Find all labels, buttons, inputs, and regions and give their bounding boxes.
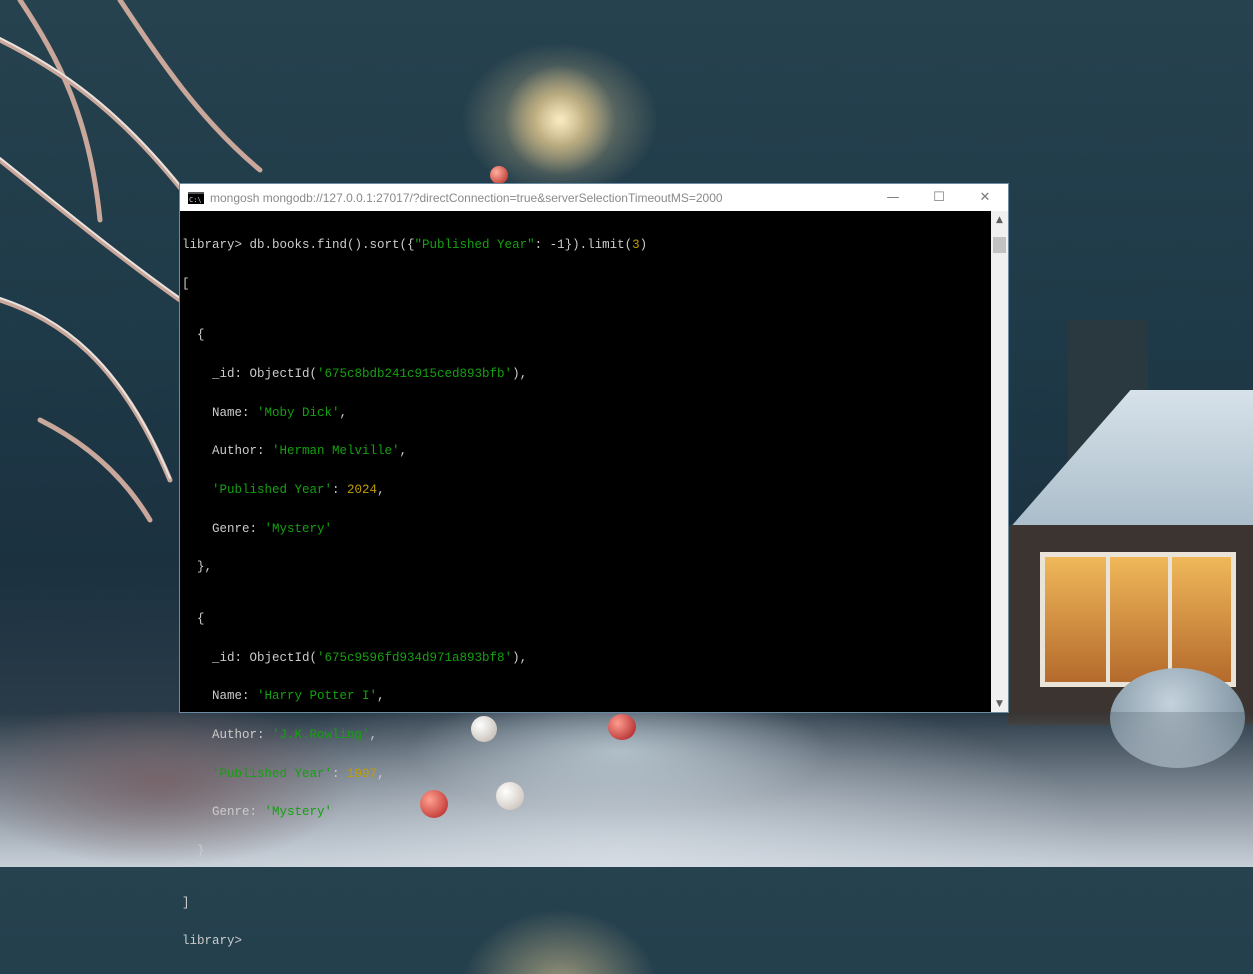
result-open-bracket: [	[182, 276, 190, 291]
close-button[interactable]: ✕	[962, 184, 1008, 211]
record-id: _id: ObjectId('675c9596fd934d971a893bf8'…	[182, 650, 528, 665]
christmas-tree-light	[500, 60, 620, 180]
window-titlebar[interactable]: C:\ mongosh mongodb://127.0.0.1:27017/?d…	[180, 184, 1008, 211]
scroll-thumb[interactable]	[993, 237, 1006, 253]
record-genre: Genre: 'Mystery'	[182, 521, 333, 536]
record-author: Author: 'Herman Melville',	[182, 444, 408, 459]
red-ornament	[490, 166, 508, 184]
record-name: Name: 'Moby Dick',	[182, 405, 348, 420]
record-year: 'Published Year': 1997,	[182, 766, 385, 781]
record-author: Author: 'J.K.Rowling',	[182, 728, 378, 743]
command-line: library> db.books.find().sort({"Publishe…	[182, 237, 648, 252]
final-prompt[interactable]: library>	[182, 935, 991, 948]
record-genre: Genre: 'Mystery'	[182, 805, 333, 820]
record-close: },	[182, 560, 213, 575]
vertical-scrollbar[interactable]: ▲ ▼	[991, 211, 1008, 712]
shell-prompt: library>	[182, 237, 250, 252]
terminal-output[interactable]: library> db.books.find().sort({"Publishe…	[180, 211, 991, 948]
maximize-button[interactable]: ☐	[916, 184, 962, 211]
console-app-icon[interactable]: C:\	[188, 191, 204, 204]
scroll-up-icon[interactable]: ▲	[991, 211, 1008, 228]
record-year: 'Published Year': 2024,	[182, 482, 385, 497]
window-controls: — ☐ ✕	[870, 184, 1008, 211]
scroll-down-icon[interactable]: ▼	[991, 695, 1008, 712]
mongosh-console-window[interactable]: C:\ mongosh mongodb://127.0.0.1:27017/?d…	[180, 184, 1008, 948]
record-name: Name: 'Harry Potter I',	[182, 689, 385, 704]
minimize-button[interactable]: —	[870, 184, 916, 211]
record-open: {	[182, 328, 205, 343]
window-title: mongosh mongodb://127.0.0.1:27017/?direc…	[210, 190, 723, 205]
record-id: _id: ObjectId('675c8bdb241c915ced893bfb'…	[182, 366, 528, 381]
record-close: }	[182, 844, 205, 859]
result-close-bracket: ]	[182, 895, 190, 910]
record-open: {	[182, 611, 205, 626]
